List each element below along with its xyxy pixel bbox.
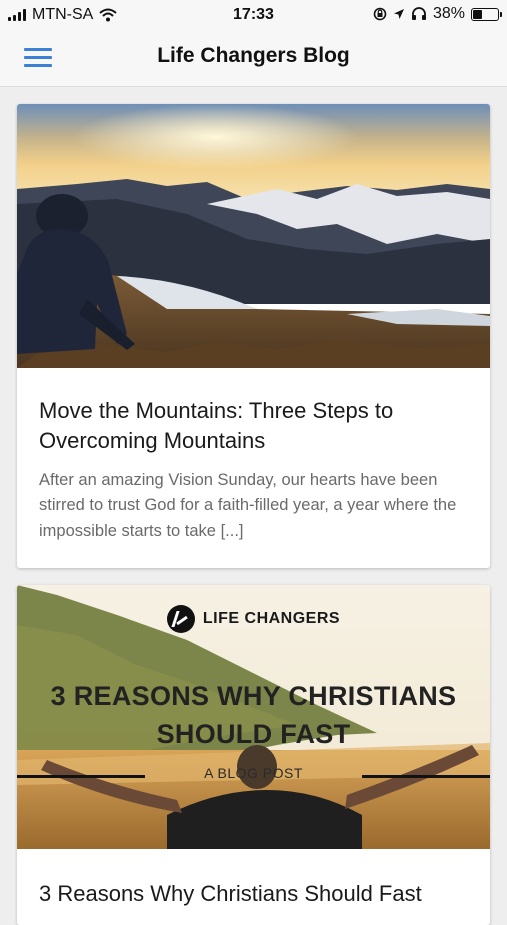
lock-rotation-icon	[373, 7, 387, 21]
post-card[interactable]: LIFE CHANGERS 3 REASONS WHY CHRISTIANS S…	[17, 585, 490, 925]
location-arrow-icon	[393, 9, 404, 19]
page-title: Life Changers Blog	[157, 44, 350, 67]
image-brand-logo: LIFE CHANGERS	[17, 605, 490, 633]
post-title[interactable]: Move the Mountains: Three Steps to Overc…	[17, 368, 490, 456]
image-headline: 3 REASONS WHY CHRISTIANS SHOULD FAST	[50, 681, 457, 749]
post-image: LIFE CHANGERS 3 REASONS WHY CHRISTIANS S…	[17, 585, 490, 849]
post-excerpt: After an amazing Vision Sunday, our hear…	[39, 470, 457, 540]
post-image	[17, 104, 490, 368]
battery-percent: 38%	[432, 5, 465, 22]
image-subtitle: A BLOG POST	[204, 765, 303, 781]
status-right: 38%	[373, 5, 502, 23]
headphones-icon	[411, 7, 426, 20]
image-divider-right	[362, 775, 490, 778]
brand-logo-icon	[166, 605, 195, 633]
post-card[interactable]: Move the Mountains: Three Steps to Overc…	[17, 104, 490, 568]
battery-icon	[471, 7, 502, 21]
app-header: Life Changers Blog	[0, 30, 507, 87]
status-bar: MTN-SA 17:33 38%	[0, 0, 507, 30]
image-brand-text: LIFE CHANGERS	[202, 610, 341, 627]
